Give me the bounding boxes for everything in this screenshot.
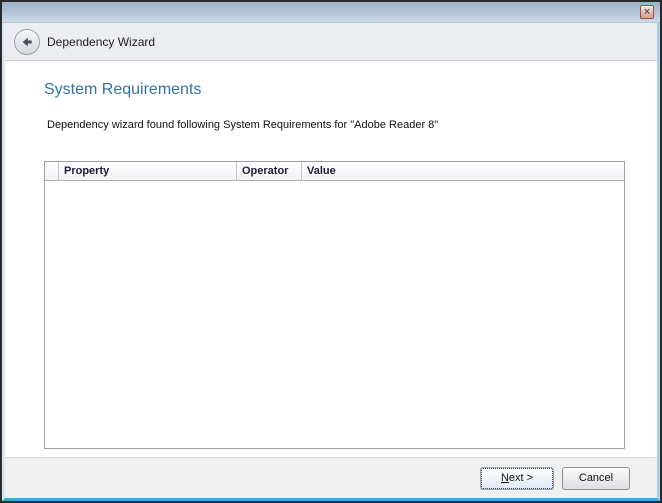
window-frame: Dependency Wizard System Requirements De…: [2, 23, 660, 501]
table-body-empty[interactable]: [45, 181, 624, 448]
next-button-accel: N: [501, 472, 509, 484]
column-header-blank[interactable]: [45, 162, 59, 180]
close-icon: ✕: [643, 7, 651, 16]
back-button[interactable]: [14, 29, 40, 55]
next-button-label: Next >: [501, 472, 533, 484]
footer-bar: Next > Cancel: [5, 457, 657, 498]
next-button-rest: ext >: [509, 472, 533, 484]
column-header-property[interactable]: Property: [59, 162, 237, 180]
wizard-title: Dependency Wizard: [47, 35, 155, 49]
back-arrow-icon: [20, 35, 34, 49]
description-text: Dependency wizard found following System…: [47, 119, 438, 131]
cancel-button-label: Cancel: [579, 472, 613, 484]
table-header-row: Property Operator Value: [45, 162, 624, 181]
column-header-operator[interactable]: Operator: [237, 162, 302, 180]
column-header-value[interactable]: Value: [302, 162, 624, 180]
wizard-header: Dependency Wizard: [5, 23, 657, 61]
requirements-table: Property Operator Value: [44, 161, 625, 449]
content-area: System Requirements Dependency wizard fo…: [5, 61, 657, 457]
cancel-button[interactable]: Cancel: [562, 467, 630, 490]
next-button[interactable]: Next >: [480, 467, 554, 490]
page-title: System Requirements: [44, 81, 201, 99]
close-button[interactable]: ✕: [640, 5, 654, 19]
titlebar: ✕: [2, 2, 660, 23]
dependency-wizard-window: ✕ Dependency Wizard System Requirements …: [0, 0, 662, 503]
